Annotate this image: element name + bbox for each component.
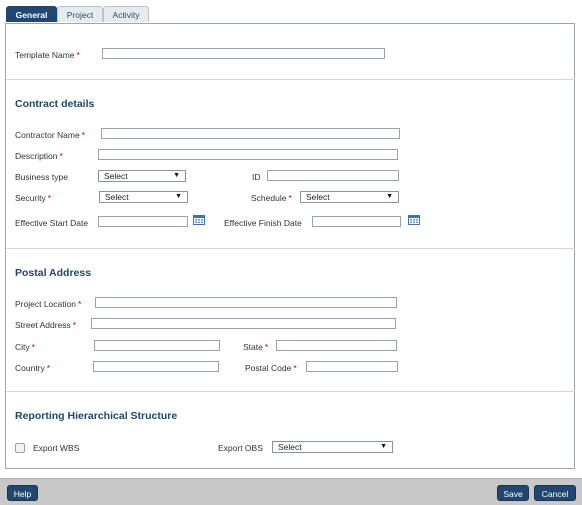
calendar-icon[interactable] <box>193 214 205 225</box>
required-marker: * <box>31 342 35 352</box>
security-value: Select <box>105 192 129 202</box>
security-select[interactable]: Select ▼ <box>99 191 188 203</box>
help-button[interactable]: Help <box>7 485 38 501</box>
tab-general[interactable]: General <box>6 6 57 22</box>
required-marker: * <box>81 130 86 140</box>
contract-details-heading: Contract details <box>15 98 95 110</box>
footer-bar: Help Save Cancel <box>0 478 582 505</box>
id-input[interactable] <box>267 170 399 181</box>
export-wbs-checkbox[interactable] <box>15 443 25 453</box>
chevron-down-icon: ▼ <box>175 193 182 200</box>
state-input[interactable] <box>276 340 397 351</box>
effective-start-date-input[interactable] <box>98 216 188 227</box>
required-marker: * <box>293 363 297 373</box>
effective-start-date-label: Effective Start Date <box>15 218 89 228</box>
city-input[interactable] <box>94 340 220 351</box>
contractor-name-input[interactable] <box>101 128 400 139</box>
business-type-select[interactable]: Select ▼ <box>98 170 186 182</box>
reporting-structure-heading: Reporting Hierarchical Structure <box>15 410 178 422</box>
export-obs-value: Select <box>278 442 302 452</box>
tab-activity[interactable]: Activity <box>103 6 149 22</box>
effective-finish-date-input[interactable] <box>312 216 401 227</box>
street-address-input[interactable] <box>91 318 396 329</box>
required-marker: * <box>76 50 80 60</box>
schedule-value: Select <box>306 192 330 202</box>
export-obs-select[interactable]: Select ▼ <box>272 441 393 453</box>
security-label: Security * <box>15 193 52 203</box>
export-wbs-label: Export WBS <box>33 443 80 453</box>
project-location-label: Project Location * <box>15 299 82 309</box>
required-marker: * <box>77 299 82 309</box>
divider <box>6 391 575 392</box>
postal-code-input[interactable] <box>306 361 398 372</box>
schedule-select[interactable]: Select ▼ <box>300 191 399 203</box>
postal-code-label: Postal Code * <box>245 363 297 373</box>
state-label: State * <box>243 342 269 352</box>
calendar-icon[interactable] <box>408 214 420 225</box>
required-marker: * <box>46 363 51 373</box>
country-input[interactable] <box>93 361 219 372</box>
chevron-down-icon: ▼ <box>386 193 393 200</box>
divider <box>6 79 575 80</box>
description-input[interactable] <box>98 149 398 160</box>
chevron-down-icon: ▼ <box>173 172 180 179</box>
cancel-button[interactable]: Cancel <box>534 485 576 501</box>
description-label: Description * <box>15 151 63 161</box>
divider <box>6 248 575 249</box>
city-label: City * <box>15 342 35 352</box>
template-name-input[interactable] <box>102 48 385 59</box>
project-location-input[interactable] <box>95 297 397 308</box>
required-marker: * <box>72 320 77 330</box>
required-marker: * <box>59 151 63 161</box>
form-panel <box>5 23 575 469</box>
effective-finish-date-label: Effective Finish Date <box>224 218 302 228</box>
save-button[interactable]: Save <box>497 485 529 501</box>
required-marker: * <box>288 193 292 203</box>
tab-project[interactable]: Project <box>57 6 103 22</box>
postal-address-heading: Postal Address <box>15 267 92 279</box>
schedule-label: Schedule * <box>251 193 292 203</box>
contractor-name-label: Contractor Name * <box>15 130 86 140</box>
export-obs-label: Export OBS <box>218 443 263 453</box>
business-type-label: Business type <box>15 172 68 182</box>
required-marker: * <box>47 193 52 203</box>
business-type-value: Select <box>104 171 128 181</box>
chevron-down-icon: ▼ <box>380 443 387 450</box>
template-name-label: Template Name * <box>15 50 80 60</box>
required-marker: * <box>264 342 269 352</box>
street-address-label: Street Address * <box>15 320 77 330</box>
country-label: Country * <box>15 363 51 373</box>
id-label: ID <box>252 172 261 182</box>
